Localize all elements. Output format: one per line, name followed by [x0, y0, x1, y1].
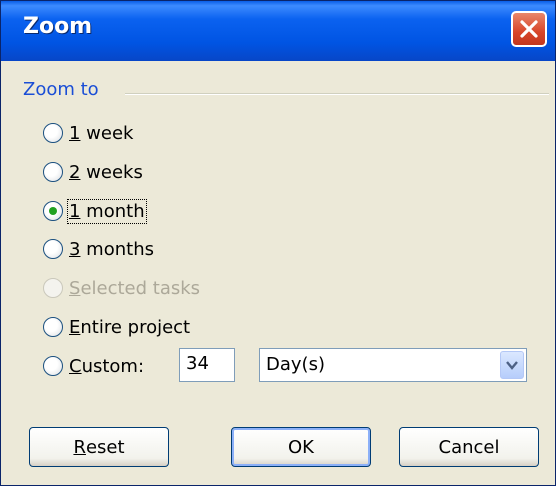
group-divider — [125, 93, 549, 95]
radio-custom[interactable]: Custom: — [43, 352, 144, 380]
radio-button-disabled — [43, 278, 63, 298]
chevron-down-icon — [506, 361, 518, 370]
cancel-button[interactable]: Cancel — [399, 427, 539, 467]
custom-unit-value: Day(s) — [266, 354, 325, 375]
radio-1-week[interactable]: 1 week — [43, 119, 133, 147]
radio-button[interactable] — [43, 356, 63, 376]
custom-value-input[interactable]: 34 — [179, 348, 235, 382]
radio-1-month[interactable]: 1 month — [43, 197, 147, 225]
radio-label: 2 weeks — [69, 161, 143, 183]
radio-button[interactable] — [43, 317, 63, 337]
radio-button-selected[interactable] — [43, 201, 63, 221]
radio-entire-project[interactable]: Entire project — [43, 313, 190, 341]
zoom-to-group-label: Zoom to — [23, 79, 99, 100]
radio-label: 3 months — [69, 238, 154, 260]
radio-2-weeks[interactable]: 2 weeks — [43, 158, 143, 186]
radio-selected-tasks: Selected tasks — [43, 274, 200, 302]
radio-button[interactable] — [43, 123, 63, 143]
radio-3-months[interactable]: 3 months — [43, 235, 154, 263]
ok-button[interactable]: OK — [231, 427, 371, 467]
custom-unit-select[interactable]: Day(s) — [259, 348, 527, 382]
close-button[interactable] — [511, 11, 547, 47]
radio-label: 1 week — [69, 122, 134, 144]
radio-label: Selected tasks — [69, 277, 201, 299]
zoom-dialog: Zoom Zoom to 1 week 2 weeks 1 month 3 mo… — [0, 0, 556, 486]
radio-button[interactable] — [43, 162, 63, 182]
radio-label: Custom: — [69, 355, 145, 377]
radio-label: 1 month — [67, 198, 147, 224]
radio-label: Entire project — [69, 316, 191, 338]
reset-button[interactable]: Reset — [29, 427, 169, 467]
dropdown-button[interactable] — [500, 351, 524, 379]
close-icon — [520, 20, 538, 38]
dialog-title: Zoom — [23, 14, 93, 39]
radio-button[interactable] — [43, 239, 63, 259]
title-bar[interactable]: Zoom — [1, 1, 555, 61]
